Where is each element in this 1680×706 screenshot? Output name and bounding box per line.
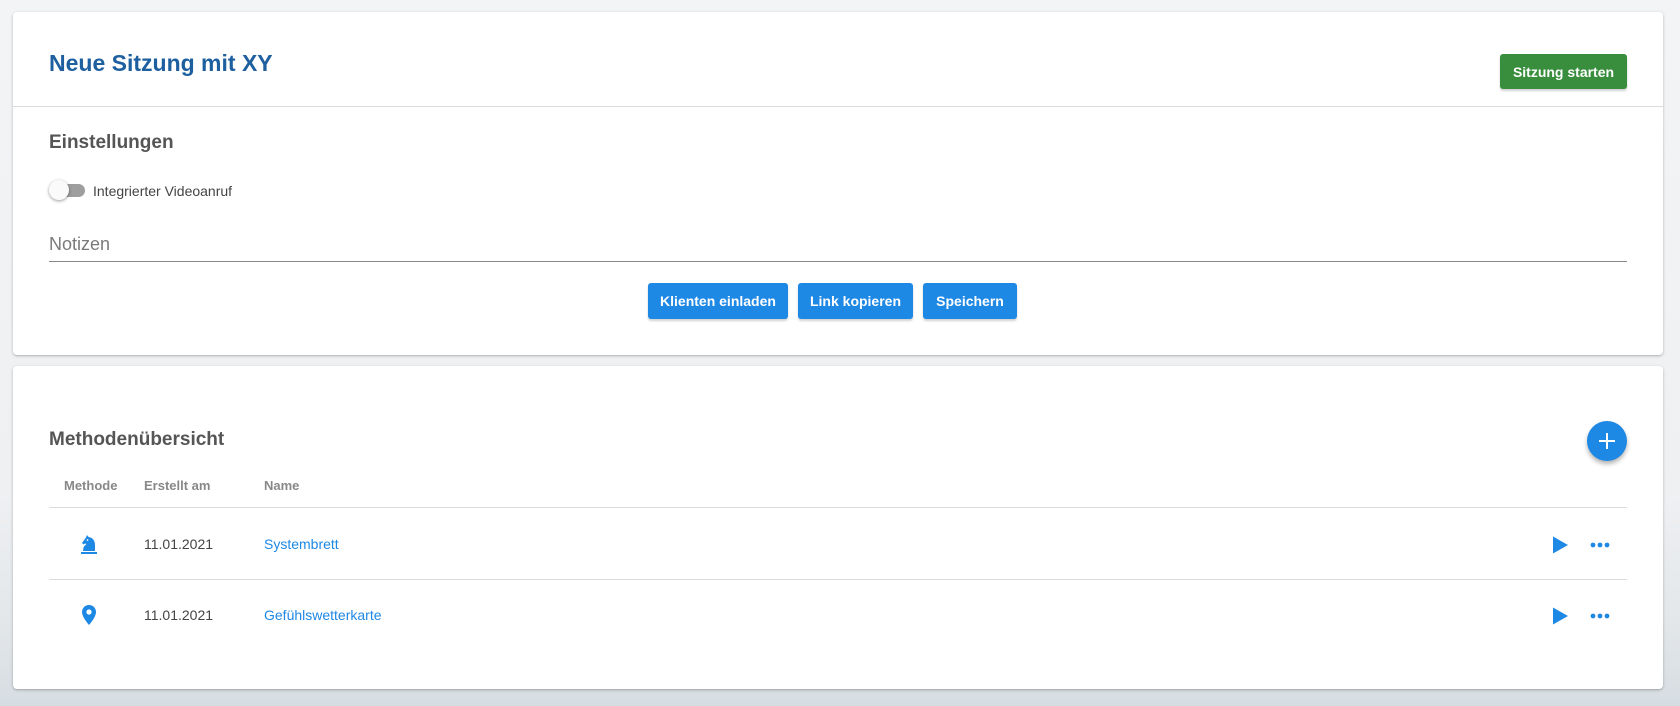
session-card: Neue Sitzung mit XY Sitzung starten Eins… <box>13 12 1663 355</box>
notes-field <box>49 228 1627 262</box>
video-call-toggle-label[interactable]: Integrierter Videoanruf <box>93 183 232 199</box>
methods-table-header: Methode Erstellt am Name <box>49 462 1627 508</box>
row-created-date: 11.01.2021 <box>144 536 214 552</box>
column-header-name[interactable]: Name <box>264 478 299 493</box>
row-method-name-link[interactable]: Systembrett <box>264 536 339 552</box>
methods-title: Methodenübersicht <box>49 429 225 450</box>
play-icon[interactable] <box>1549 534 1571 556</box>
map-marker-icon <box>82 605 96 625</box>
table-row: 11.01.2021 Gefühlswetterkarte <box>49 580 1627 651</box>
notes-input[interactable] <box>49 228 1627 261</box>
start-session-button[interactable]: Sitzung starten <box>1500 54 1627 89</box>
play-icon[interactable] <box>1549 605 1571 627</box>
add-method-button[interactable] <box>1587 421 1627 461</box>
more-icon[interactable] <box>1589 605 1611 627</box>
video-call-toggle[interactable] <box>49 179 85 201</box>
row-created-date: 11.01.2021 <box>144 607 214 623</box>
row-method-name-link[interactable]: Gefühlswetterkarte <box>264 607 382 623</box>
settings-title: Einstellungen <box>49 132 174 153</box>
chess-knight-icon <box>81 535 97 554</box>
toggle-thumb <box>49 180 69 200</box>
copy-link-button[interactable]: Link kopieren <box>798 283 913 319</box>
column-header-method[interactable]: Methode <box>64 478 117 493</box>
table-row: 11.01.2021 Systembrett <box>49 509 1627 580</box>
page-title: Neue Sitzung mit XY <box>49 50 273 76</box>
methods-card: Methodenübersicht Methode Erstellt am Na… <box>13 366 1663 689</box>
more-icon[interactable] <box>1589 534 1611 556</box>
invite-client-button[interactable]: Klienten einladen <box>648 283 788 319</box>
plus-icon <box>1599 433 1615 449</box>
column-header-created[interactable]: Erstellt am <box>144 478 210 493</box>
session-header: Neue Sitzung mit XY Sitzung starten <box>13 12 1663 107</box>
save-button[interactable]: Speichern <box>923 283 1017 319</box>
